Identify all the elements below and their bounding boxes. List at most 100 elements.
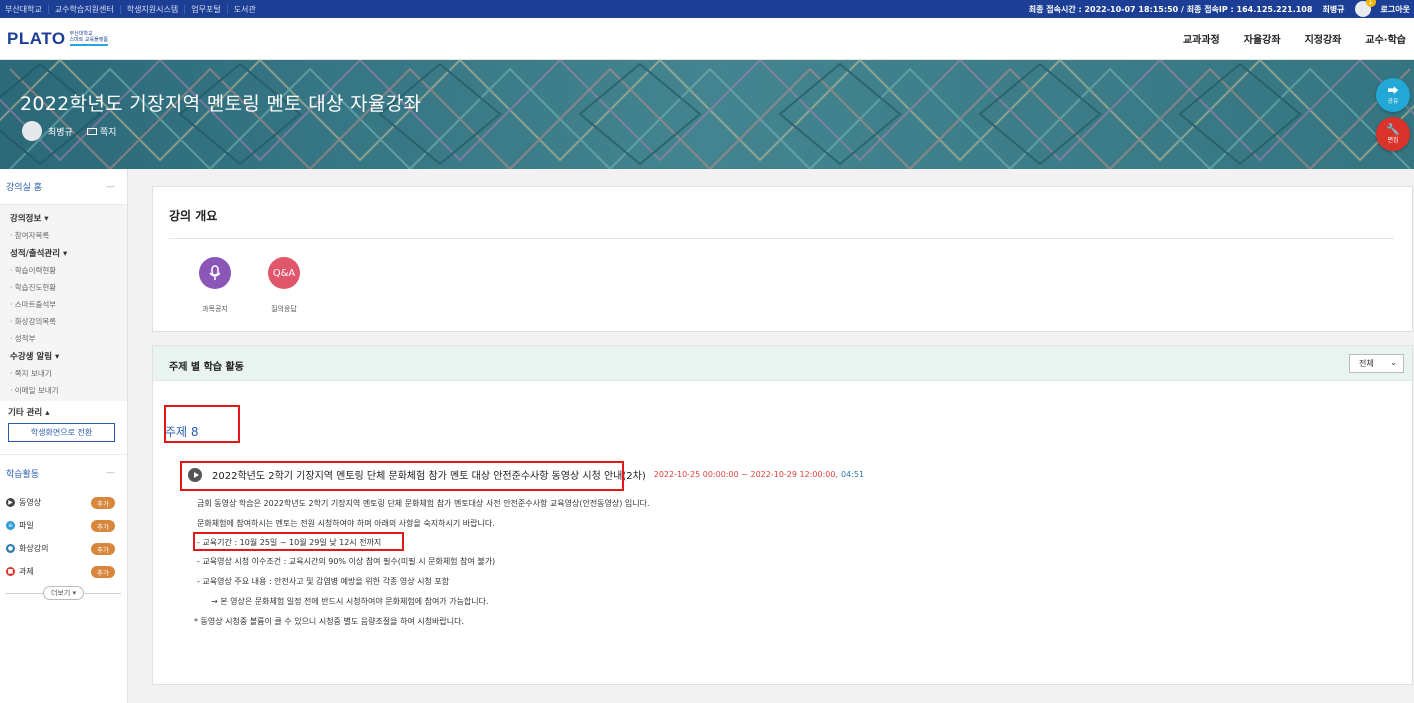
desc-line-7: * 동영상 시청중 볼륨이 클 수 있으니 시청중 별도 음량조절을 하여 시청… — [194, 617, 465, 626]
activity-file-label: 파일 — [19, 521, 34, 530]
desc-line-4: - 교육영상 시청 이수조건 : 교육시간의 90% 이상 참여 필수(미필 시… — [197, 557, 496, 566]
desc-line-2: 문화체험에 참여하시는 멘토는 전원 시청하여야 하며 아래의 사항을 숙지하시… — [197, 519, 495, 528]
switch-button-wrap: 학생화면으로 전환 — [0, 421, 127, 455]
activity-assignment-label: 과제 — [19, 567, 34, 576]
activity-file: ≡ 파일 추가 — [0, 514, 127, 537]
notification-badge[interactable]: 1 — [1365, 0, 1376, 7]
collapse-icon[interactable]: — — [106, 468, 115, 478]
highlight-box-topic — [164, 405, 240, 443]
sidebar-item-send-message[interactable]: · 쪽지 보내기 — [0, 365, 127, 382]
add-assignment-button[interactable]: 추가 — [91, 565, 115, 578]
course-title: 2022학년도 기장지역 멘토링 멘토 대상 자율강좌 — [20, 93, 422, 115]
sidebar-section-etc[interactable]: 기타 관리 ▴ — [0, 401, 127, 421]
topic-filter-value: 전체 — [1359, 359, 1374, 368]
sidebar-section-grades[interactable]: 성적/출석관리 ▾ — [0, 244, 127, 262]
sidebar-item-smart-attendance[interactable]: · 스마트출석부 — [0, 296, 127, 313]
activities-title: 학습활동 — [6, 469, 40, 480]
collapse-icon[interactable]: — — [106, 182, 115, 192]
logo-text: PLATO — [7, 28, 66, 48]
sidebar-item-send-email[interactable]: · 이메일 보내기 — [0, 382, 127, 399]
course-overview-card: 강의 개요 과목공지 Q&A 질의응답 — [152, 186, 1413, 332]
activity-assignment: ■ 과제 추가 — [0, 560, 127, 583]
qna-module[interactable]: Q&A 질의응답 — [254, 257, 314, 314]
site-header: PLATO 부산대학교 스마트 교육플랫폼 교과과정 자율강좌 지정강좌 교수·… — [0, 18, 1414, 60]
share-icon: ⮕ — [1387, 84, 1399, 97]
link-pnu[interactable]: 부산대학교 — [5, 4, 49, 14]
edit-label: 편집 — [1387, 137, 1399, 144]
nav-teaching-learning[interactable]: 교수·학습 — [1365, 31, 1406, 46]
sidebar-section-notify[interactable]: 수강생 알림 ▾ — [0, 347, 127, 365]
add-file-button[interactable]: 추가 — [91, 519, 115, 532]
link-student-system[interactable]: 학생지원시스템 — [121, 4, 186, 14]
sidebar-item-video-lectures[interactable]: · 화상강의목록 — [0, 313, 127, 330]
topic-activities-header: 주제 별 학습 활동 전체 ⌄ — [153, 346, 1412, 381]
sidebar-item-gradebook[interactable]: · 성적부 — [0, 330, 127, 347]
instructor-avatar-icon — [22, 121, 42, 141]
top-utility-bar: 부산대학교 교수학습지원센터 학생지원시스템 업무포털 도서관 최종 접속시간 … — [0, 0, 1414, 18]
share-label: 공유 — [1387, 98, 1399, 105]
desc-line-1: 금회 동영상 학습은 2022학년도 2학기 기장지역 멘토링 단체 문화체험 … — [197, 499, 650, 508]
wrench-icon: 🔧 — [1386, 123, 1400, 136]
microphone-icon — [199, 257, 231, 289]
activity-period: 2022-10-25 00:00:00 ~ 2022-10-29 12:00:0… — [653, 470, 838, 479]
add-video-lecture-button[interactable]: 추가 — [91, 542, 115, 555]
account-area: 최종 접속시간 : 2022-10-07 18:15:50 / 최종 접속IP … — [1028, 0, 1414, 17]
course-sidebar: 강의실 홈 — 강의정보 ▾ · 참여자목록 성적/출석관리 ▾ · 학습이력현… — [0, 169, 128, 703]
utility-links: 부산대학교 교수학습지원센터 학생지원시스템 업무포털 도서관 — [0, 4, 262, 14]
topic-activities-card: 주제 별 학습 활동 전체 ⌄ 주제 8 2022학년도 2학기 기장지역 멘토… — [152, 345, 1413, 685]
nav-curriculum[interactable]: 교과과정 — [1183, 31, 1220, 46]
activity-video: ▶ 동영상 추가 — [0, 491, 127, 514]
topic-activities-title: 주제 별 학습 활동 — [169, 362, 244, 373]
course-banner: 2022학년도 기장지역 멘토링 멘토 대상 자율강좌 최병규 쪽지 ⮕ 공유 … — [0, 60, 1414, 169]
share-button[interactable]: ⮕ 공유 — [1376, 78, 1410, 112]
message-label: 쪽지 — [99, 127, 117, 138]
link-teaching-center[interactable]: 교수학습지원센터 — [49, 4, 121, 14]
notice-label: 과목공지 — [202, 305, 228, 313]
file-icon: ≡ — [6, 521, 15, 530]
nav-assigned-course[interactable]: 지정강좌 — [1305, 31, 1342, 46]
nav-free-course[interactable]: 자율강좌 — [1244, 31, 1281, 46]
divider — [169, 238, 1394, 239]
switch-student-view-button[interactable]: 학생화면으로 전환 — [8, 423, 115, 442]
more-row: 더보기 ▾ — [0, 586, 127, 600]
logout-link[interactable]: 로그아웃 — [1381, 4, 1410, 15]
sidebar-item-progress[interactable]: · 학습진도현황 — [0, 279, 127, 296]
last-access-info: 최종 접속시간 : 2022-10-07 18:15:50 / 최종 접속IP … — [1028, 4, 1313, 14]
logo-subtitle: 부산대학교 스마트 교육플랫폼 — [69, 31, 108, 46]
user-avatar-icon[interactable]: 1 — [1354, 0, 1376, 17]
divider — [6, 592, 43, 594]
sidebar-section-course-info[interactable]: 강의정보 ▾ — [0, 209, 127, 227]
add-video-button[interactable]: 추가 — [91, 496, 115, 509]
desc-line-6: → 본 영상은 문화체험 일정 전에 반드시 시청하여야 문화체험에 참여가 가… — [211, 597, 489, 606]
instructor-name[interactable]: 최병규 — [48, 125, 73, 138]
highlight-box-activity — [180, 461, 624, 491]
sidebar-item-learning-history[interactable]: · 학습이력현황 — [0, 262, 127, 279]
activities-header: 학습활동 — — [0, 455, 127, 491]
course-instructor: 최병규 쪽지 — [22, 121, 116, 141]
plato-logo[interactable]: PLATO 부산대학교 스마트 교육플랫폼 — [7, 29, 108, 49]
notice-module[interactable]: 과목공지 — [185, 257, 245, 314]
user-name[interactable]: 최병규 — [1322, 4, 1344, 15]
activity-video-lecture: ● 화상강의 추가 — [0, 537, 127, 560]
main-nav: 교과과정 자율강좌 지정강좌 교수·학습 — [1183, 31, 1414, 46]
highlight-box-period — [193, 532, 404, 551]
link-library[interactable]: 도서관 — [228, 5, 262, 14]
message-link[interactable]: 쪽지 — [86, 125, 117, 138]
assignment-icon: ■ — [6, 567, 15, 576]
desc-line-5: - 교육영상 주요 내용 : 안전사고 및 감염병 예방을 위한 각종 영상 시… — [197, 577, 450, 586]
sidebar-item-participants[interactable]: · 참여자목록 — [0, 227, 127, 244]
chevron-down-icon: ⌄ — [1390, 358, 1397, 367]
video-call-icon: ● — [6, 544, 15, 553]
activity-duration: 04:51 — [841, 470, 865, 479]
play-icon: ▶ — [6, 498, 15, 507]
link-work-portal[interactable]: 업무포털 — [185, 4, 228, 14]
divider — [84, 592, 121, 594]
overview-title: 강의 개요 — [169, 209, 218, 223]
sidebar-home[interactable]: 강의실 홈 — — [0, 169, 127, 205]
edit-button[interactable]: 🔧 편집 — [1376, 117, 1410, 151]
more-button[interactable]: 더보기 ▾ — [42, 586, 85, 600]
sidebar-home-label: 강의실 홈 — [6, 183, 42, 193]
logo-subtitle-line2: 스마트 교육플랫폼 — [69, 37, 108, 43]
qna-label: 질의응답 — [271, 305, 297, 313]
topic-filter-select[interactable]: 전체 ⌄ — [1349, 354, 1404, 373]
